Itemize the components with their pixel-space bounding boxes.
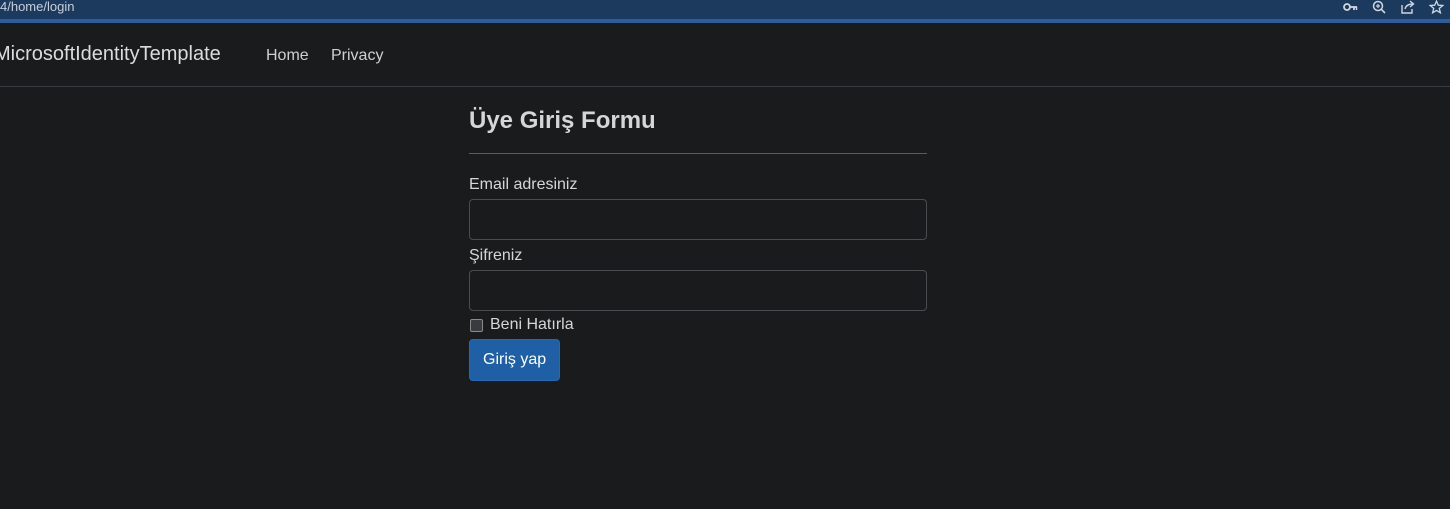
email-field[interactable]: [469, 199, 927, 240]
login-button[interactable]: Giriş yap: [469, 339, 561, 381]
key-icon[interactable]: [1343, 1, 1358, 13]
browser-toolbar-icons: [1343, 0, 1444, 14]
remember-me-checkbox[interactable]: [470, 318, 483, 332]
browser-address-bar: 4/home/login: [0, 0, 1450, 23]
form-divider: [469, 153, 927, 154]
password-label: Şifreniz: [469, 247, 523, 264]
form-title: Üye Giriş Formu: [469, 107, 656, 134]
login-form: Üye Giriş Formu Email adresiniz Şifreniz…: [469, 104, 927, 381]
nav-link-privacy[interactable]: Privacy: [331, 47, 383, 65]
email-label: Email adresiniz: [469, 176, 578, 193]
star-icon[interactable]: [1429, 0, 1444, 14]
top-navbar: MicrosoftIdentityTemplate Home Privacy: [0, 23, 1450, 87]
remember-me-row: Beni Hatırla: [469, 316, 927, 334]
zoom-icon[interactable]: [1372, 0, 1386, 14]
navbar-brand[interactable]: MicrosoftIdentityTemplate: [0, 43, 221, 66]
remember-me-label[interactable]: Beni Hatırla: [490, 316, 574, 334]
password-field[interactable]: [469, 270, 927, 311]
nav-link-home[interactable]: Home: [266, 47, 309, 65]
share-icon[interactable]: [1400, 0, 1415, 14]
url-text[interactable]: 4/home/login: [0, 0, 74, 14]
